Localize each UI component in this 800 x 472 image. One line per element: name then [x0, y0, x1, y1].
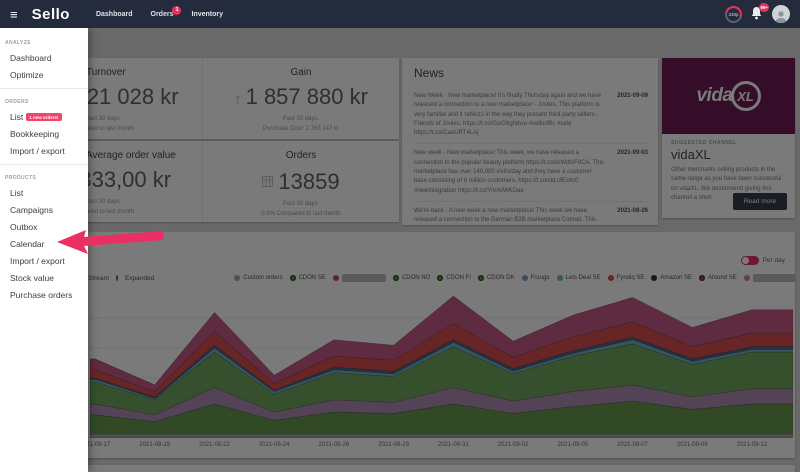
sidebar-item-campaigns[interactable]: Campaigns — [0, 201, 88, 218]
quota-progress-arc — [721, 2, 746, 26]
nav-item-orders[interactable]: Orders 1 — [151, 5, 182, 18]
sidebar-item-list[interactable]: List — [0, 184, 88, 201]
sidebar-item-label: List — [10, 187, 24, 198]
sidebar-item-optimize[interactable]: Optimize — [0, 66, 88, 83]
sidebar-item-stock-value[interactable]: Stock value — [0, 269, 88, 286]
sidebar-divider — [0, 88, 88, 89]
sidebar-item-label: Import / export — [10, 255, 65, 266]
sidebar-item-import-export[interactable]: Import / export — [0, 142, 88, 159]
quota-ring-indicator[interactable]: 338p — [721, 2, 746, 26]
new-orders-badge: 1 new orders! — [26, 113, 62, 121]
menu-hamburger-icon[interactable]: ≡ — [10, 7, 18, 22]
sidebar-section-orders: ORDERS — [5, 99, 29, 105]
sidebar-item-label: Calendar — [10, 238, 45, 249]
nav-item-badge: 1 — [172, 5, 182, 15]
sidebar-item-label: Outbox — [10, 221, 38, 232]
user-avatar[interactable] — [772, 5, 790, 23]
bell-badge: 99+ — [759, 3, 769, 12]
navbar-right: 338p 99+ — [721, 2, 790, 26]
nav-links: Dashboard Orders 1 Inventory — [96, 5, 223, 18]
sidebar-item-label: Import / export — [10, 145, 65, 156]
sello-logo[interactable]: Sello — [32, 6, 70, 23]
sidebar-item-label: Bookkeeping — [10, 128, 60, 139]
sidebar-item-label: Stock value — [10, 272, 54, 283]
nav-item-inventory[interactable]: Inventory — [191, 11, 223, 18]
sidebar-item-label: Dashboard — [10, 52, 52, 63]
sidebar-item-dashboard[interactable]: Dashboard — [0, 49, 88, 66]
annotation-arrow — [57, 230, 164, 254]
sidebar-item-label: Purchase orders — [10, 289, 73, 300]
sidebar-item-label: Campaigns — [10, 204, 53, 215]
sidebar-item-label: Optimize — [10, 69, 44, 80]
top-navbar: ≡ Sello Dashboard Orders 1 Inventory 338p 9… — [0, 0, 800, 28]
sidebar-item-list[interactable]: List 1 new orders! — [0, 108, 88, 125]
nav-item-dashboard[interactable]: Dashboard — [96, 11, 133, 18]
sidebar-section-products: PRODUCTS — [5, 175, 37, 181]
sello-dashboard: Turnover 14 721 028 kr Past 30 days. Com… — [0, 0, 800, 472]
person-icon — [775, 11, 787, 23]
sidebar-item-bookkeeping[interactable]: Bookkeeping — [0, 125, 88, 142]
notifications-bell[interactable]: 99+ — [750, 3, 769, 22]
sidebar-item-purchase-orders[interactable]: Purchase orders — [0, 286, 88, 303]
sidebar-section-analyze: ANALYZE — [5, 40, 31, 46]
sidebar-item-label: List — [10, 111, 24, 122]
sidebar-divider — [0, 164, 88, 165]
